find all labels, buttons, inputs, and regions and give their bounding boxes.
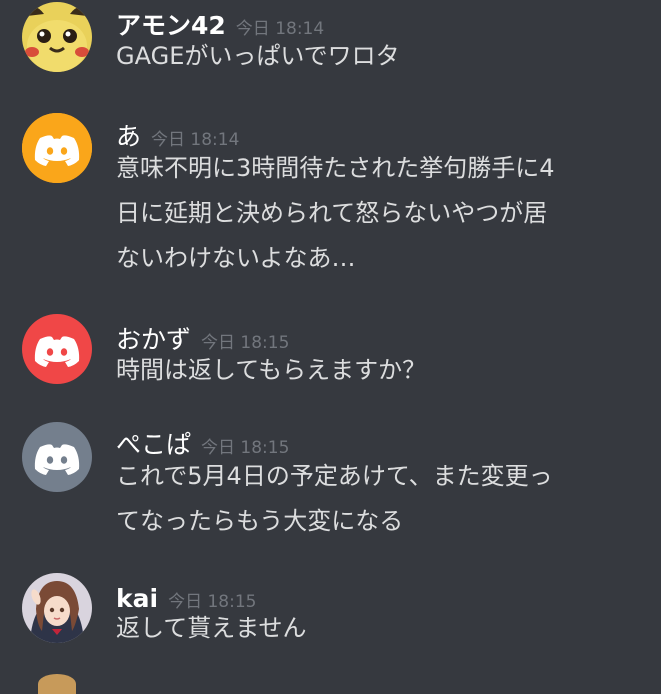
message-content: GAGEがいっぱいでワロタ <box>116 34 636 79</box>
discord-default-avatar-icon[interactable] <box>22 314 92 384</box>
message-content: これで5月4日の予定あけて、また変更っ てなったらもう大変になる <box>116 454 636 544</box>
message-content: 返して貰えません <box>116 606 636 651</box>
discord-default-avatar-icon[interactable] <box>22 113 92 183</box>
anime-girl-avatar-icon[interactable] <box>22 573 92 643</box>
message-line: 返して貰えません <box>116 614 307 642</box>
message-line: GAGEがいっぱいでワロタ <box>116 42 400 70</box>
message-line: 意味不明に3時間待たされた挙句勝手に4 <box>116 154 555 182</box>
pikachu-avatar-icon[interactable] <box>22 2 92 72</box>
message-line: これで5月4日の予定あけて、また変更っ <box>116 462 553 490</box>
message-content: 時間は返してもらえますか？ <box>116 348 636 393</box>
message-line: 日に延期と決められて怒らないやつが居 <box>116 199 548 227</box>
message-line: ないわけないよなあ… <box>116 244 356 272</box>
message-line: てなったらもう大変になる <box>116 507 404 535</box>
discord-default-avatar-icon[interactable] <box>22 422 92 492</box>
next-message-avatar-icon <box>38 674 76 694</box>
message-line: 時間は返してもらえますか？ <box>116 356 427 384</box>
message-content: 意味不明に3時間待たされた挙句勝手に4 日に延期と決められて怒らないやつが居 な… <box>116 146 636 281</box>
